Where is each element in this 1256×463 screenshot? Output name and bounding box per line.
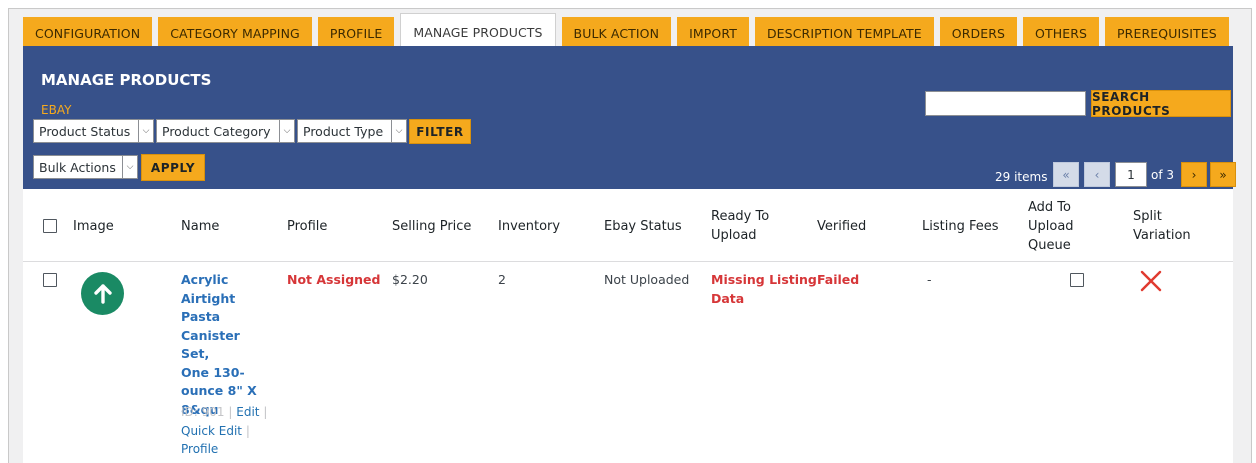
profile-link[interactable]: Profile bbox=[181, 442, 218, 456]
col-profile: Profile bbox=[287, 219, 328, 234]
inventory-value: 2 bbox=[498, 272, 506, 287]
col-ready-line-1: Ready To bbox=[711, 209, 770, 224]
selling-price: $2.20 bbox=[392, 272, 428, 287]
channel-label: EBAY bbox=[41, 103, 72, 117]
row-actions: ID: 901 | Edit | Quick Edit | Profile bbox=[181, 403, 277, 459]
col-name[interactable]: Name bbox=[181, 217, 219, 236]
product-name-line: Canister Set, bbox=[181, 327, 240, 362]
product-status-label: Product Status bbox=[39, 123, 131, 139]
col-split-line-1: Split bbox=[1133, 209, 1162, 224]
verified-status: Failed bbox=[817, 272, 860, 287]
col-verified: Verified bbox=[817, 219, 867, 234]
profile-status[interactable]: Not Assigned bbox=[287, 271, 381, 290]
search-input[interactable] bbox=[925, 91, 1086, 116]
tab-bar: CONFIGURATION CATEGORY MAPPING PROFILE M… bbox=[23, 13, 1235, 50]
separator: | bbox=[245, 423, 250, 438]
next-page-button[interactable]: › bbox=[1181, 162, 1207, 187]
manage-products-panel: MANAGE PRODUCTS EBAY Product Status ⌵ Pr… bbox=[23, 46, 1236, 189]
product-type-select[interactable]: Product Type ⌵ bbox=[297, 119, 407, 143]
red-x-icon[interactable] bbox=[1139, 269, 1163, 293]
filter-button[interactable]: FILTER bbox=[409, 119, 471, 144]
quick-edit-link[interactable]: Quick Edit bbox=[181, 424, 242, 438]
add-to-queue-checkbox[interactable] bbox=[1070, 273, 1084, 287]
bulk-actions-label: Bulk Actions bbox=[39, 159, 116, 175]
product-name-line: One 130- bbox=[181, 364, 245, 380]
col-split-line-2: Variation bbox=[1133, 228, 1191, 243]
col-queue-line-2: Upload bbox=[1028, 219, 1074, 234]
page-total: of 3 bbox=[1151, 168, 1175, 182]
product-status-select[interactable]: Product Status ⌵ bbox=[33, 119, 154, 143]
col-image: Image bbox=[73, 219, 114, 234]
product-category-select[interactable]: Product Category ⌵ bbox=[156, 119, 295, 143]
edit-link[interactable]: Edit bbox=[236, 405, 259, 419]
table-header: Image Name Profile Selling Price Invento… bbox=[23, 189, 1233, 262]
first-page-button[interactable]: « bbox=[1053, 162, 1079, 187]
plugin-frame: CONFIGURATION CATEGORY MAPPING PROFILE M… bbox=[8, 8, 1252, 463]
col-ready-to-upload: Ready To Upload bbox=[711, 207, 769, 245]
separator: | bbox=[228, 405, 233, 419]
ready-to-upload-status[interactable]: Missing Listing Data bbox=[711, 271, 817, 308]
current-page-input[interactable]: 1 bbox=[1115, 162, 1147, 187]
product-id: ID: 901 bbox=[181, 405, 225, 419]
product-type-label: Product Type bbox=[303, 123, 384, 139]
select-all-checkbox[interactable] bbox=[43, 219, 57, 233]
col-queue-line-3: Queue bbox=[1028, 238, 1071, 253]
search-products-button[interactable]: SEARCH PRODUCTS bbox=[1091, 90, 1231, 118]
chevron-down-icon: ⌵ bbox=[279, 120, 294, 142]
product-name-line: ounce 8" X bbox=[181, 383, 257, 398]
col-add-to-upload-queue: Add To Upload Queue bbox=[1028, 198, 1074, 255]
items-count: 29 items bbox=[995, 170, 1048, 184]
col-selling-price: Selling Price bbox=[392, 219, 472, 234]
product-name-line: Pasta bbox=[181, 309, 221, 324]
prev-page-button[interactable]: ‹ bbox=[1084, 162, 1110, 187]
chevron-down-icon: ⌵ bbox=[122, 156, 137, 178]
ebay-status: Not Uploaded bbox=[604, 272, 690, 287]
ready-status-line-2: Data bbox=[711, 290, 745, 306]
chevron-down-icon: ⌵ bbox=[391, 120, 406, 142]
col-listing-fees: Listing Fees bbox=[922, 219, 999, 234]
product-name-line: Airtight bbox=[181, 290, 236, 306]
row-checkbox[interactable] bbox=[43, 273, 57, 287]
product-name-link[interactable]: Acrylic Airtight Pasta Canister Set, One… bbox=[181, 271, 271, 419]
col-split-variation: Split Variation bbox=[1133, 207, 1191, 245]
product-image[interactable] bbox=[81, 272, 124, 315]
arrow-up-icon bbox=[93, 283, 112, 304]
col-ready-line-2: Upload bbox=[711, 228, 757, 243]
page-title: MANAGE PRODUCTS bbox=[41, 71, 212, 89]
bulk-actions-select[interactable]: Bulk Actions ⌵ bbox=[33, 155, 138, 179]
listing-fees-value: - bbox=[927, 272, 932, 287]
col-ebay-status: Ebay Status bbox=[604, 219, 682, 234]
apply-button[interactable]: APPLY bbox=[141, 154, 205, 181]
product-category-label: Product Category bbox=[162, 123, 271, 139]
chevron-down-icon: ⌵ bbox=[138, 120, 153, 142]
col-inventory: Inventory bbox=[498, 219, 561, 234]
product-name-line: Acrylic bbox=[181, 272, 229, 287]
separator: | bbox=[263, 405, 268, 419]
ready-status-line-1: Missing Listing bbox=[711, 272, 817, 287]
tab-manage-products[interactable]: MANAGE PRODUCTS bbox=[400, 13, 556, 50]
last-page-button[interactable]: » bbox=[1210, 162, 1236, 187]
products-table: Image Name Profile Selling Price Invento… bbox=[23, 189, 1233, 463]
col-queue-line-1: Add To bbox=[1028, 200, 1071, 215]
